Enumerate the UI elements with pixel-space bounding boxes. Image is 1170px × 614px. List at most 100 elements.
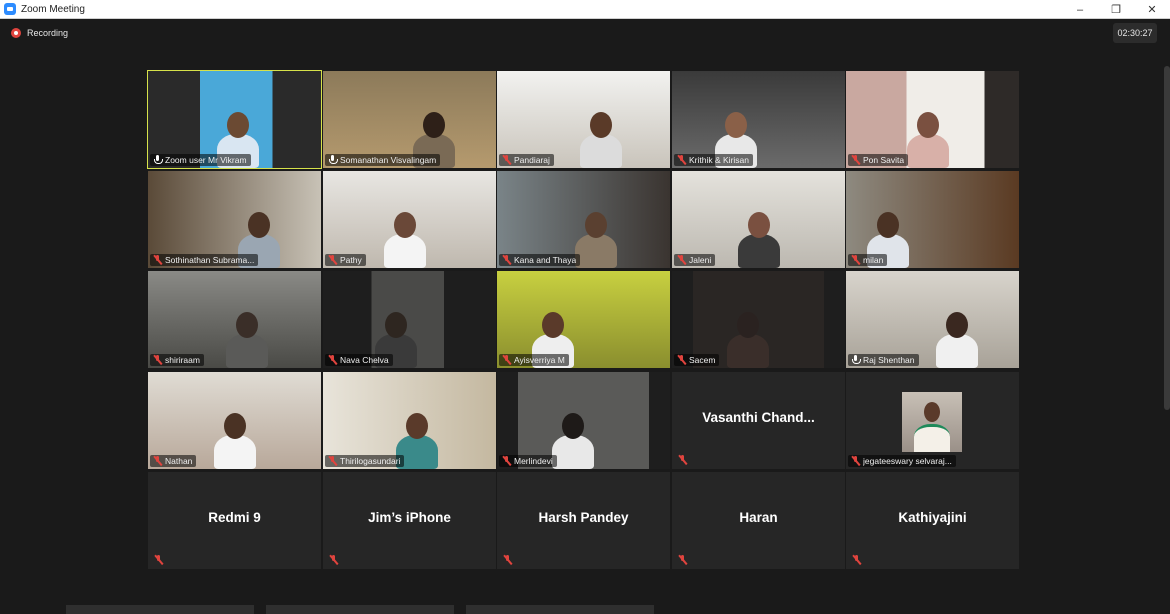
participant-name: Haran	[739, 510, 778, 525]
participant-name: Nava Chelva	[340, 355, 389, 365]
participant-head	[584, 212, 607, 238]
participant-tile[interactable]: Thirilogasundari	[323, 372, 496, 469]
participant-name-label: Nava Chelva	[325, 354, 393, 366]
participant-head	[235, 312, 258, 338]
participant-head	[223, 413, 246, 439]
participant-tile[interactable]: Krithik & Kirisan	[672, 71, 845, 168]
participant-body	[737, 234, 780, 268]
profile-photo	[902, 392, 962, 452]
participant-tile[interactable]: Zoom user Mr Vikram	[147, 70, 322, 169]
participant-name: Thirilogasundari	[340, 456, 401, 466]
participant-tile[interactable]: Harsh Pandey	[497, 472, 670, 569]
muted-mic-icon	[851, 155, 860, 165]
muted-mic-icon	[502, 255, 511, 265]
participant-body	[213, 435, 256, 469]
participant-name: Nathan	[165, 456, 193, 466]
participant-tile[interactable]: Somanathan Visvalingam	[323, 71, 496, 168]
muted-mic-icon	[154, 555, 163, 565]
participant-name-label: Pandiaraj	[499, 154, 554, 166]
muted-mic-icon	[502, 456, 511, 466]
participant-tile[interactable]: Sacem	[672, 271, 845, 368]
participant-name: shiriraam	[165, 355, 200, 365]
participant-name: Jaleni	[689, 255, 712, 265]
participant-tile[interactable]: Jim’s iPhone	[323, 472, 496, 569]
participant-head	[590, 112, 613, 138]
participant-head	[916, 112, 939, 138]
participant-name-label: jegateeswary selvaraj...	[848, 455, 956, 467]
participant-tile[interactable]: Jaleni	[672, 171, 845, 268]
muted-mic-icon	[503, 555, 512, 565]
participant-name-label: Pon Savita	[848, 154, 909, 166]
muted-mic-icon	[678, 555, 687, 565]
participant-tile[interactable]: Nathan	[148, 372, 321, 469]
participant-name: Kathiyajini	[898, 510, 967, 525]
muted-mic-icon	[502, 355, 511, 365]
participant-tile[interactable]: Haran	[672, 472, 845, 569]
muted-mic-icon	[329, 555, 338, 565]
window-title: Zoom Meeting	[21, 3, 85, 15]
participant-body	[225, 334, 268, 368]
participant-name: Krithik & Kirisan	[689, 155, 749, 165]
participant-tile[interactable]: Sothinathan Subrama...	[148, 171, 321, 268]
participant-name-label: Merlindevi	[499, 455, 557, 467]
thumbnail-strip	[66, 605, 686, 614]
participant-body	[935, 334, 978, 368]
thumbnail[interactable]	[66, 605, 254, 614]
participant-name-label: Raj Shenthan	[848, 354, 919, 366]
participant-name-label: Jaleni	[674, 254, 716, 266]
thumbnail[interactable]	[266, 605, 454, 614]
participant-body	[727, 334, 770, 368]
participant-name-label: Kana and Thaya	[499, 254, 581, 266]
muted-mic-icon	[678, 455, 687, 465]
participant-name: Merlindevi	[514, 456, 553, 466]
participant-body	[383, 234, 426, 268]
zoom-app-icon	[4, 3, 16, 15]
participant-tile[interactable]: shiriraam	[148, 271, 321, 368]
participant-body	[906, 134, 949, 168]
muted-mic-icon	[851, 255, 860, 265]
participant-name: Redmi 9	[208, 510, 261, 525]
participant-name-label: Ayisverriya M	[499, 354, 569, 366]
participant-tile[interactable]: Merlindevi	[497, 372, 670, 469]
participant-name-label: Somanathan Visvalingam	[325, 154, 441, 166]
participant-name-label: Nathan	[150, 455, 197, 467]
muted-mic-icon	[502, 155, 511, 165]
participant-name: Somanathan Visvalingam	[340, 155, 437, 165]
participant-tile[interactable]: Pandiaraj	[497, 71, 670, 168]
participant-head	[384, 312, 407, 338]
muted-mic-icon	[677, 255, 686, 265]
participant-name: Ayisverriya M	[514, 355, 565, 365]
thumbnail[interactable]	[466, 605, 654, 614]
participant-tile[interactable]: Pon Savita	[846, 71, 1019, 168]
participant-name: Zoom user Mr Vikram	[165, 155, 247, 165]
muted-mic-icon	[153, 355, 162, 365]
participant-name: milan	[863, 255, 884, 265]
maximize-button[interactable]: ❐	[1098, 0, 1134, 19]
recording-indicator[interactable]: Recording	[11, 28, 68, 38]
participant-tile[interactable]: milan	[846, 171, 1019, 268]
record-icon	[11, 28, 21, 38]
participant-name-label: Zoom user Mr Vikram	[150, 154, 251, 166]
participant-tile[interactable]: Raj Shenthan	[846, 271, 1019, 368]
vertical-scrollbar[interactable]	[1164, 66, 1170, 410]
participant-tile[interactable]: Nava Chelva	[323, 271, 496, 368]
participant-name: jegateeswary selvaraj...	[863, 456, 952, 466]
close-button[interactable]: ✕	[1134, 0, 1170, 19]
participant-tile[interactable]: Kathiyajini	[846, 472, 1019, 569]
participant-name: Pathy	[340, 255, 362, 265]
minimize-button[interactable]: –	[1062, 0, 1098, 19]
participant-tile[interactable]: Redmi 9	[148, 472, 321, 569]
muted-mic-icon	[153, 456, 162, 466]
participant-head	[945, 312, 968, 338]
participant-tile[interactable]: jegateeswary selvaraj...	[846, 372, 1019, 469]
participant-tile[interactable]: Vasanthi Chand...	[672, 372, 845, 469]
participant-name: Sothinathan Subrama...	[165, 255, 255, 265]
muted-mic-icon	[328, 456, 337, 466]
participant-tile[interactable]: Kana and Thaya	[497, 171, 670, 268]
participant-tile[interactable]: Pathy	[323, 171, 496, 268]
participant-head	[422, 112, 445, 138]
participant-head	[924, 402, 940, 422]
muted-mic-icon	[677, 355, 686, 365]
participant-name-label: Krithik & Kirisan	[674, 154, 753, 166]
participant-tile[interactable]: Ayisverriya M	[497, 271, 670, 368]
